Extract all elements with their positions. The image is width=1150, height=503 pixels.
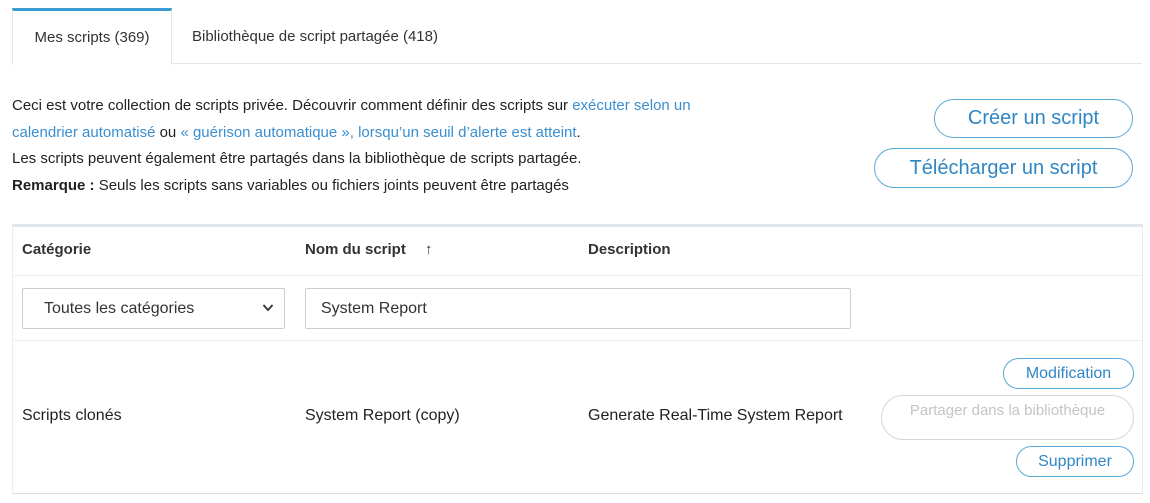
intro-period: . [576,123,581,141]
share-to-library-button[interactable]: Partager dans la bibliothèque [881,395,1134,440]
tab-my-scripts[interactable]: Mes scripts (369) [12,8,172,65]
upload-script-button[interactable]: Télécharger un script [874,148,1133,188]
tab-shared-library[interactable]: Bibliothèque de script partagée (418) [192,8,472,64]
column-header-description: Description [588,241,671,258]
row-script-name: System Report (copy) [305,407,460,424]
scripts-table: Catégorie Nom du script ↑ Description To… [12,224,1143,494]
header-divider [13,275,1142,276]
category-filter-select[interactable]: Toutes les catégories [22,288,285,329]
column-header-category[interactable]: Catégorie [22,241,91,258]
row-category: Scripts clonés [22,407,122,424]
intro-text: Ceci est votre collection de scripts pri… [12,93,732,199]
filter-divider [13,340,1142,341]
note-label: Remarque : [12,176,95,194]
delete-button[interactable]: Supprimer [1016,446,1134,477]
column-header-script-name[interactable]: Nom du script [305,241,406,258]
note-text: Seuls les scripts sans variables ou fich… [94,176,569,194]
edit-button[interactable]: Modification [1003,358,1134,389]
autoheal-link[interactable]: « guérison automatique », lorsqu’un seui… [180,124,576,141]
tab-bar: Mes scripts (369) Bibliothèque de script… [12,8,1142,65]
script-name-filter-input[interactable] [305,288,851,329]
intro-line3: Les scripts peuvent également être parta… [12,150,582,167]
create-script-button[interactable]: Créer un script [934,99,1133,138]
intro-or: ou [155,123,181,141]
intro-line1: Ceci est votre collection de scripts pri… [12,97,573,114]
category-filter-value: Toutes les catégories [44,300,195,317]
sort-ascending-icon[interactable]: ↑ [425,241,433,258]
chevron-down-icon [262,289,274,344]
row-description: Generate Real-Time System Report [588,407,843,424]
